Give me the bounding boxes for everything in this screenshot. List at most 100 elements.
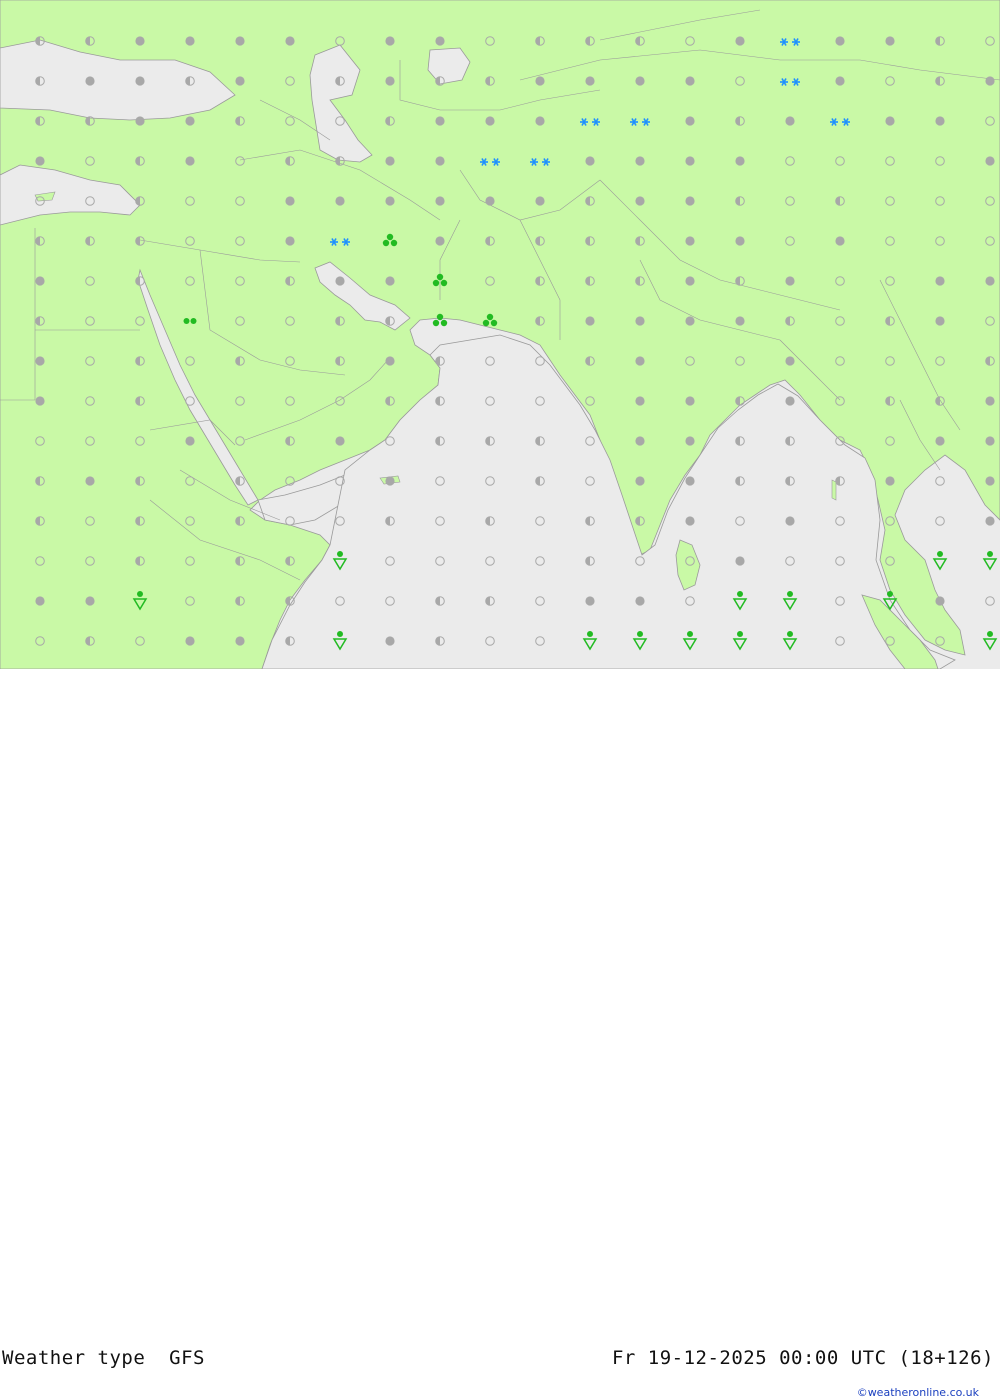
- cloudy-icon: [85, 596, 95, 606]
- cloudy-icon: [535, 76, 545, 86]
- cloudy-icon: [685, 476, 695, 486]
- cloudy-icon: [685, 196, 695, 206]
- cloudy-icon: [385, 76, 395, 86]
- cloudy-icon: [585, 156, 595, 166]
- cloudy-icon: [785, 516, 795, 526]
- cloudy-icon: [185, 156, 195, 166]
- cloudy-icon: [735, 236, 745, 246]
- cloudy-icon: [635, 76, 645, 86]
- cloudy-icon: [835, 236, 845, 246]
- cloudy-icon: [235, 36, 245, 46]
- cloudy-icon: [985, 396, 995, 406]
- cloudy-icon: [785, 116, 795, 126]
- cloudy-icon: [385, 36, 395, 46]
- cloudy-icon: [885, 36, 895, 46]
- cloudy-icon: [35, 156, 45, 166]
- cloudy-icon: [685, 236, 695, 246]
- cloudy-icon: [385, 636, 395, 646]
- cloudy-icon: [435, 36, 445, 46]
- cloudy-icon: [985, 276, 995, 286]
- clear-icon: [935, 476, 945, 486]
- cloudy-icon: [985, 516, 995, 526]
- cloudy-icon: [735, 36, 745, 46]
- clear-icon: [935, 516, 945, 526]
- cloudy-icon: [635, 436, 645, 446]
- weather-map[interactable]: [0, 0, 1000, 669]
- cloudy-icon: [185, 436, 195, 446]
- showers-icon: [982, 631, 998, 651]
- cloudy-icon: [935, 116, 945, 126]
- cloudy-icon: [885, 116, 895, 126]
- cloudy-icon: [35, 276, 45, 286]
- cloudy-icon: [635, 156, 645, 166]
- cloudy-icon: [635, 316, 645, 326]
- cloudy-icon: [385, 476, 395, 486]
- cloudy-icon: [685, 156, 695, 166]
- land-layer: [0, 0, 1000, 669]
- cloudy-icon: [985, 436, 995, 446]
- cloudy-icon: [835, 76, 845, 86]
- cloudy-icon: [685, 396, 695, 406]
- showers-icon: [982, 551, 998, 571]
- cloudy-icon: [85, 76, 95, 86]
- cloudy-icon: [335, 276, 345, 286]
- cloudy-icon: [785, 356, 795, 366]
- cloudy-icon: [635, 596, 645, 606]
- cloudy-icon: [835, 36, 845, 46]
- cloudy-icon: [435, 196, 445, 206]
- cloudy-icon: [785, 276, 795, 286]
- cloudy-icon: [635, 476, 645, 486]
- cloudy-icon: [235, 76, 245, 86]
- cloudy-icon: [385, 356, 395, 366]
- map-footer: Weather type GFS Fr 19-12-2025 00:00 UTC…: [0, 669, 1000, 1399]
- cloudy-icon: [285, 236, 295, 246]
- cloudy-icon: [685, 316, 695, 326]
- cloudy-icon: [485, 196, 495, 206]
- cloudy-icon: [385, 156, 395, 166]
- cloudy-icon: [135, 76, 145, 86]
- showers-icon: [932, 551, 948, 571]
- cloudy-icon: [185, 116, 195, 126]
- cloudy-icon: [985, 476, 995, 486]
- cloudy-icon: [35, 356, 45, 366]
- cloudy-icon: [585, 316, 595, 326]
- cloudy-icon: [635, 356, 645, 366]
- cloudy-icon: [535, 196, 545, 206]
- cloudy-icon: [685, 76, 695, 86]
- cloudy-icon: [135, 36, 145, 46]
- cloudy-icon: [785, 396, 795, 406]
- cloudy-icon: [235, 636, 245, 646]
- cloudy-icon: [885, 476, 895, 486]
- cloudy-icon: [185, 636, 195, 646]
- cloudy-icon: [685, 516, 695, 526]
- cloudy-icon: [435, 156, 445, 166]
- cloudy-icon: [335, 196, 345, 206]
- map-title: Weather type GFS: [2, 1347, 205, 1369]
- cloudy-icon: [585, 76, 595, 86]
- cloudy-icon: [935, 596, 945, 606]
- andaman-islands: [831, 479, 837, 501]
- cloudy-icon: [435, 116, 445, 126]
- cloudy-icon: [385, 276, 395, 286]
- cloudy-icon: [285, 196, 295, 206]
- cloudy-icon: [735, 316, 745, 326]
- cloudy-icon: [735, 156, 745, 166]
- cloudy-icon: [335, 436, 345, 446]
- forecast-time: Fr 19-12-2025 00:00 UTC (18+126): [611, 1347, 994, 1369]
- cloudy-icon: [535, 116, 545, 126]
- cloudy-icon: [35, 396, 45, 406]
- credit-link[interactable]: ©weatheronline.co.uk: [857, 1386, 979, 1399]
- cloudy-icon: [685, 276, 695, 286]
- cloudy-icon: [985, 156, 995, 166]
- cloudy-icon: [685, 436, 695, 446]
- cloudy-icon: [635, 196, 645, 206]
- cloudy-icon: [35, 596, 45, 606]
- cloudy-icon: [935, 316, 945, 326]
- cloudy-icon: [435, 236, 445, 246]
- cloudy-icon: [185, 36, 195, 46]
- cloudy-icon: [585, 596, 595, 606]
- cloudy-icon: [685, 116, 695, 126]
- cloudy-icon: [935, 276, 945, 286]
- map-canvas: [0, 0, 1000, 669]
- cloudy-icon: [385, 196, 395, 206]
